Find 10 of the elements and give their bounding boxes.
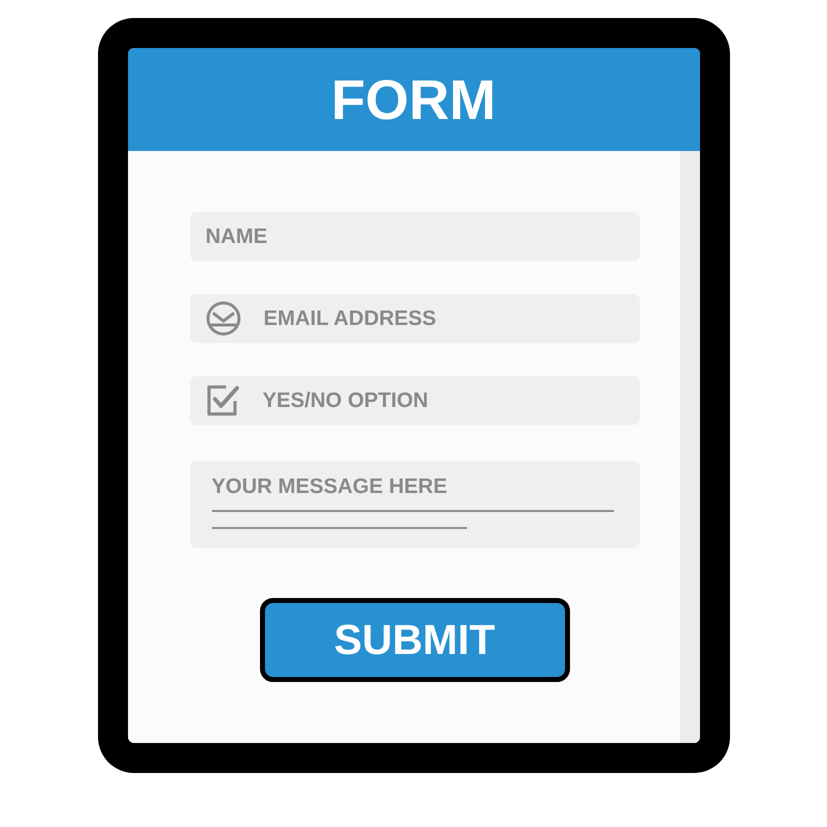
form-title: FORM: [331, 72, 496, 128]
checkbox[interactable]: [206, 384, 238, 417]
message-field[interactable]: YOUR MESSAGE HERE: [190, 461, 640, 548]
option-row[interactable]: YES/NO OPTION: [190, 376, 640, 425]
submit-button[interactable]: SUBMIT: [260, 598, 570, 682]
envelope-icon: [206, 301, 240, 336]
email-field[interactable]: EMAIL ADDRESS: [190, 294, 640, 343]
scrollbar-track[interactable]: [680, 151, 700, 743]
name-field[interactable]: NAME: [190, 212, 640, 261]
checkbox-label: YES/NO OPTION: [262, 388, 428, 414]
